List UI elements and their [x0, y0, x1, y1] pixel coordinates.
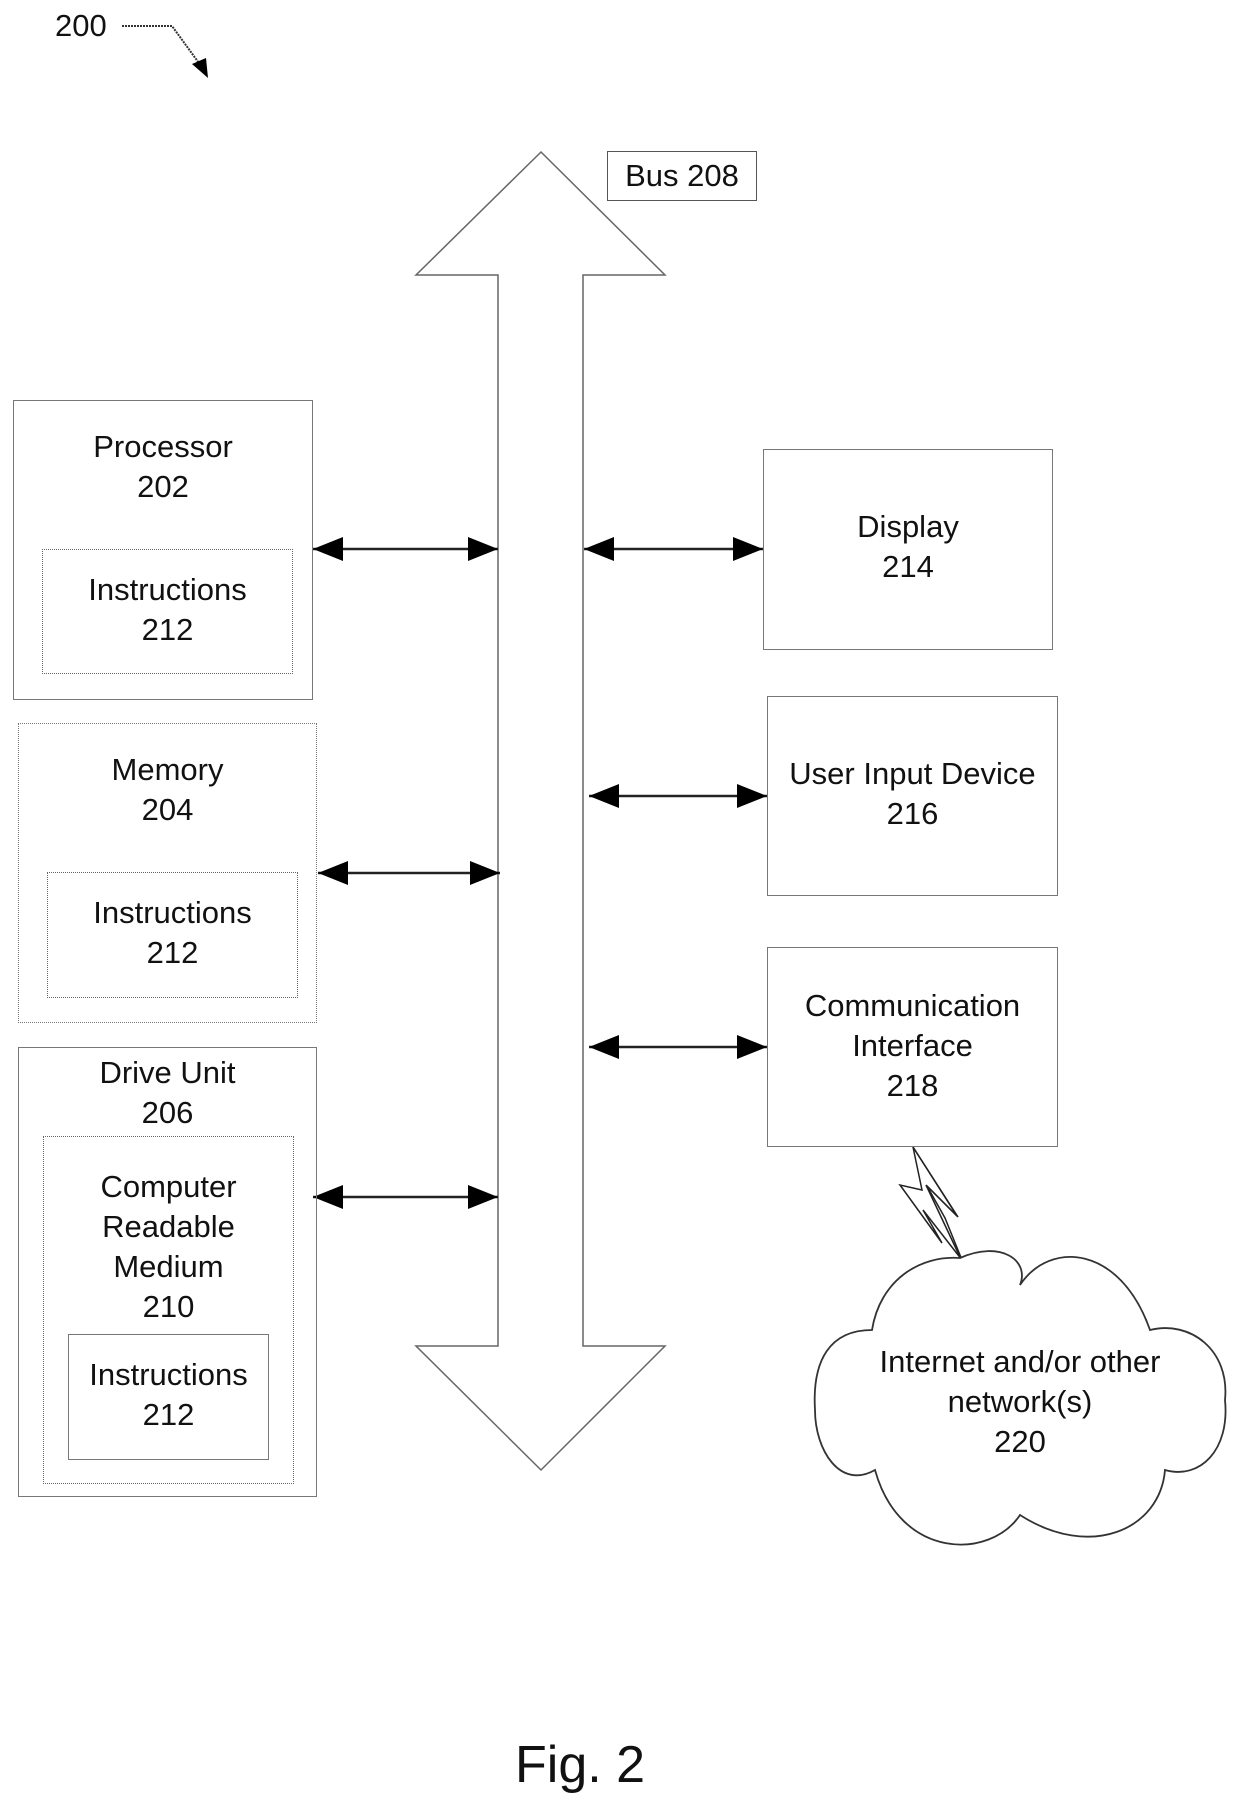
medium-line-3: Medium: [113, 1249, 224, 1284]
bus-arrow: [414, 150, 667, 1472]
memory-instructions-label: Instructions 212: [48, 893, 297, 973]
drive-instructions-box: Instructions 212: [68, 1334, 269, 1460]
memory-number: 204: [141, 792, 194, 827]
instructions-number: 212: [146, 935, 199, 970]
processor-box: Processor 202 Instructions 212: [13, 400, 313, 700]
network-line-2: network(s): [947, 1384, 1093, 1419]
instructions-name: Instructions: [89, 1357, 248, 1392]
user-input-name: User Input Device: [789, 756, 1036, 791]
medium-number: 210: [142, 1289, 195, 1324]
processor-name: Processor: [93, 429, 233, 464]
user-input-label: User Input Device 216: [768, 754, 1057, 834]
display-name: Display: [857, 509, 959, 544]
drive-unit-number: 206: [141, 1095, 194, 1130]
instructions-number: 212: [142, 1397, 195, 1432]
communication-interface-box: Communication Interface 218: [767, 947, 1058, 1147]
figure-reference-numeral: 200: [55, 8, 107, 43]
medium-label: Computer Readable Medium 210: [44, 1167, 293, 1327]
memory-instructions-box: Instructions 212: [47, 872, 298, 998]
network-label: Internet and/or other network(s) 220: [840, 1342, 1200, 1462]
bus-label: Bus 208: [625, 158, 739, 193]
display-box: Display 214: [763, 449, 1053, 650]
medium-line-1: Computer: [100, 1169, 237, 1204]
memory-box: Memory 204 Instructions 212: [18, 723, 317, 1023]
comm-interface-label: Communication Interface 218: [768, 986, 1057, 1106]
bus-label-box: Bus 208: [607, 151, 757, 201]
processor-label: Processor 202: [14, 427, 312, 507]
drive-unit-name: Drive Unit: [99, 1055, 236, 1090]
processor-instructions-box: Instructions 212: [42, 549, 293, 674]
comm-line-1: Communication: [804, 988, 1021, 1023]
memory-label: Memory 204: [19, 750, 316, 830]
drive-unit-label: Drive Unit 206: [19, 1053, 316, 1133]
instructions-name: Instructions: [93, 895, 252, 930]
user-input-number: 216: [886, 796, 939, 831]
display-number: 214: [882, 549, 934, 584]
instructions-name: Instructions: [88, 572, 247, 607]
network-number: 220: [994, 1424, 1046, 1459]
instructions-number: 212: [141, 612, 194, 647]
network-line-1: Internet and/or other: [879, 1344, 1161, 1379]
drive-unit-box: Drive Unit 206 Computer Readable Medium …: [18, 1047, 317, 1497]
figure-caption: Fig. 2: [515, 1736, 646, 1794]
processor-number: 202: [137, 469, 189, 504]
processor-instructions-label: Instructions 212: [43, 570, 292, 650]
memory-name: Memory: [111, 752, 224, 787]
computer-readable-medium-box: Computer Readable Medium 210 Instruction…: [43, 1136, 294, 1484]
comm-number: 218: [886, 1068, 939, 1103]
medium-line-2: Readable: [102, 1209, 235, 1244]
display-label: Display 214: [764, 507, 1052, 587]
user-input-device-box: User Input Device 216: [767, 696, 1058, 896]
reference-leader-arrow: [122, 25, 208, 78]
drive-instructions-label: Instructions 212: [69, 1355, 268, 1435]
comm-line-2: Interface: [852, 1028, 973, 1063]
